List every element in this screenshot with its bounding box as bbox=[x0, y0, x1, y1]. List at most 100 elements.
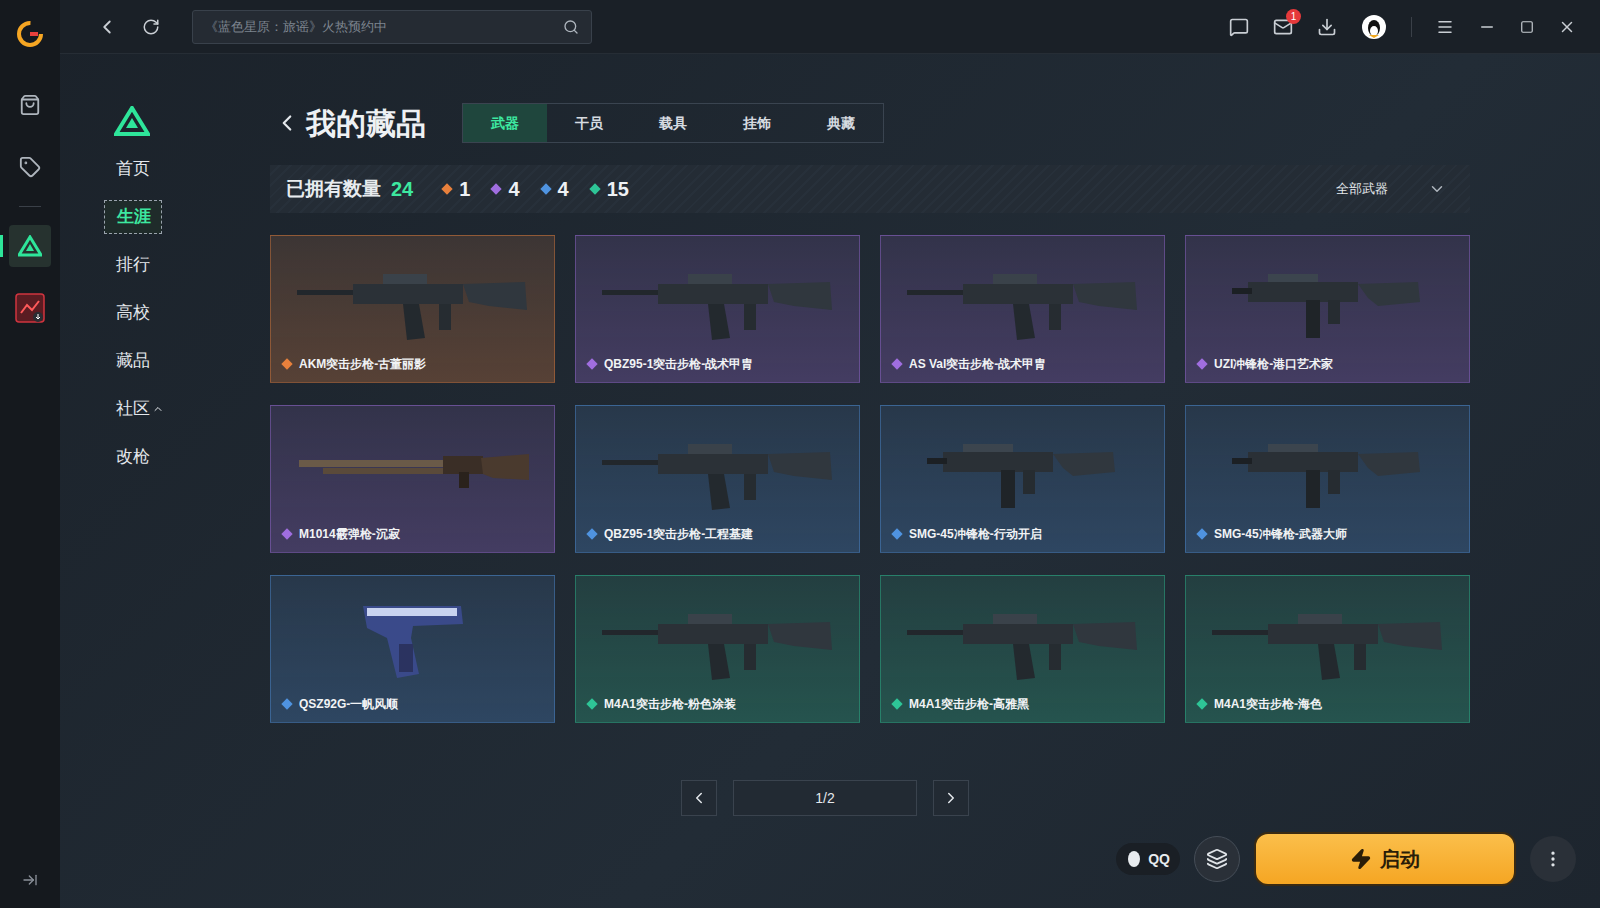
weapon-card[interactable]: M4A1突击步枪-海色 bbox=[1185, 575, 1470, 723]
category-tab[interactable]: 干员 bbox=[547, 104, 631, 142]
back-icon[interactable] bbox=[96, 16, 118, 38]
rail-item[interactable] bbox=[9, 225, 51, 267]
rail-item[interactable] bbox=[9, 146, 51, 188]
game-thumbnail-icon bbox=[15, 293, 45, 323]
search-placeholder: 《蓝色星原：旅谣》火热预约中 bbox=[205, 17, 563, 37]
rarity-diamond-icon bbox=[586, 528, 597, 539]
rarity-count: 15 bbox=[591, 174, 629, 204]
next-page-button[interactable] bbox=[933, 780, 969, 816]
smg-icon bbox=[1228, 424, 1428, 514]
layers-icon bbox=[1206, 848, 1228, 870]
search-box[interactable]: 《蓝色星原：旅谣》火热预约中 bbox=[192, 10, 592, 44]
maximize-icon[interactable] bbox=[1520, 20, 1534, 34]
nav-item[interactable]: 排行 bbox=[104, 248, 162, 282]
category-tab[interactable]: 典藏 bbox=[799, 104, 883, 142]
prev-page-button[interactable] bbox=[681, 780, 717, 816]
nav-item[interactable]: 生涯 bbox=[104, 200, 162, 234]
smg-icon bbox=[1228, 254, 1428, 344]
refresh-icon[interactable] bbox=[142, 18, 160, 36]
weapon-name: SMG-45冲锋枪-武器大师 bbox=[1214, 525, 1347, 543]
rifle-icon bbox=[598, 424, 838, 514]
close-icon[interactable] bbox=[1558, 18, 1576, 36]
rarity-diamond-icon bbox=[540, 183, 551, 194]
rarity-diamond-icon bbox=[281, 528, 292, 539]
category-tab[interactable]: 挂饰 bbox=[715, 104, 799, 142]
main-area: 《蓝色星原：旅谣》火热预约中 1 首页生涯排行高校藏品社区改枪 我的藏品武器干员载具挂… bbox=[60, 0, 1600, 908]
weapon-card[interactable]: AKM突击步枪-古董丽影 bbox=[270, 235, 555, 383]
left-rail bbox=[0, 0, 60, 908]
weapon-name: M4A1突击步枪-高雅黑 bbox=[909, 695, 1029, 713]
rifle-icon bbox=[598, 594, 838, 684]
weapon-card[interactable]: M4A1突击步枪-高雅黑 bbox=[880, 575, 1165, 723]
app-window: 《蓝色星原：旅谣》火热预约中 1 首页生涯排行高校藏品社区改枪 我的藏品武器干员载具挂… bbox=[0, 0, 1600, 908]
rarity-diamond-icon bbox=[281, 358, 292, 369]
weapon-card[interactable]: SMG-45冲锋枪-行动开启 bbox=[880, 405, 1165, 553]
weapon-card[interactable]: M4A1突击步枪-粉色涂装 bbox=[575, 575, 860, 723]
rifle-icon bbox=[598, 254, 838, 344]
menu-icon[interactable] bbox=[1436, 18, 1454, 36]
weapon-grid: AKM突击步枪-古董丽影 QBZ95-1突击步枪-战术甲胄 AS Val突击步枪-战… bbox=[270, 235, 1470, 723]
stats-bar: 已拥有数量2414415全部武器 bbox=[270, 165, 1470, 213]
weapon-name: M4A1突击步枪-粉色涂装 bbox=[604, 695, 736, 713]
weapon-name: QSZ92G-一帆风顺 bbox=[299, 695, 398, 713]
bolt-icon bbox=[1350, 848, 1372, 870]
rarity-diamond-icon bbox=[281, 698, 292, 709]
nav-item[interactable]: 首页 bbox=[104, 152, 162, 186]
shotgun-icon bbox=[293, 424, 533, 514]
mail-button[interactable]: 1 bbox=[1273, 17, 1293, 37]
category-tab[interactable]: 武器 bbox=[463, 104, 547, 142]
pagination: 1/2 bbox=[270, 780, 1470, 816]
more-button[interactable] bbox=[1530, 836, 1576, 882]
rail-item[interactable] bbox=[9, 287, 51, 329]
launch-button[interactable]: 启动 bbox=[1254, 832, 1516, 886]
rifle-icon bbox=[293, 254, 533, 344]
rail-divider bbox=[19, 206, 41, 207]
rail-item[interactable] bbox=[9, 84, 51, 126]
avatar-icon[interactable] bbox=[1361, 14, 1387, 40]
weapon-card[interactable]: SMG-45冲锋枪-武器大师 bbox=[1185, 405, 1470, 553]
weapon-name: AKM突击步枪-古董丽影 bbox=[299, 355, 426, 373]
rarity-diamond-icon bbox=[586, 698, 597, 709]
weapon-card[interactable]: UZI冲锋枪-港口艺术家 bbox=[1185, 235, 1470, 383]
weapon-card[interactable]: M1014霰弹枪-沉寂 bbox=[270, 405, 555, 553]
prev-icon bbox=[690, 789, 708, 807]
delta-logo-icon[interactable] bbox=[114, 106, 150, 136]
weapon-card[interactable]: AS Val突击步枪-战术甲胄 bbox=[880, 235, 1165, 383]
rarity-diamond-icon bbox=[589, 183, 600, 194]
weapon-name: QBZ95-1突击步枪-战术甲胄 bbox=[604, 355, 753, 373]
minimize-icon[interactable] bbox=[1478, 18, 1496, 36]
weapon-card[interactable]: QBZ95-1突击步枪-工程基建 bbox=[575, 405, 860, 553]
weapon-card[interactable]: QSZ92G-一帆风顺 bbox=[270, 575, 555, 723]
bottom-bar: QQ 启动 bbox=[60, 832, 1600, 908]
rarity-diamond-icon bbox=[1196, 528, 1207, 539]
nav-item[interactable]: 改枪 bbox=[104, 440, 162, 474]
mail-badge: 1 bbox=[1286, 9, 1301, 24]
tag-icon bbox=[19, 156, 41, 178]
weapon-name: UZI冲锋枪-港口艺术家 bbox=[1214, 355, 1333, 373]
rifle-icon bbox=[903, 594, 1143, 684]
page-title: 我的藏品 bbox=[306, 101, 426, 146]
nav-item[interactable]: 社区 bbox=[104, 392, 162, 426]
collapse-icon[interactable] bbox=[22, 872, 38, 888]
rail-active-marker bbox=[0, 235, 3, 257]
title-back-icon[interactable] bbox=[274, 110, 300, 136]
smg-icon bbox=[923, 424, 1123, 514]
nav-item[interactable]: 藏品 bbox=[104, 344, 162, 378]
layers-button[interactable] bbox=[1194, 836, 1240, 882]
chat-icon[interactable] bbox=[1229, 17, 1249, 37]
search-icon[interactable] bbox=[563, 19, 579, 35]
category-tabs: 武器干员载具挂饰典藏 bbox=[462, 103, 884, 143]
owned-total: 24 bbox=[391, 174, 413, 204]
nav-item[interactable]: 高校 bbox=[104, 296, 162, 330]
rarity-count: 4 bbox=[492, 174, 519, 204]
weapon-name: AS Val突击步枪-战术甲胄 bbox=[909, 355, 1046, 373]
rarity-diamond-icon bbox=[1196, 698, 1207, 709]
page-indicator: 1/2 bbox=[733, 780, 917, 816]
weapon-filter[interactable]: 全部武器 bbox=[1336, 179, 1454, 199]
weapon-card[interactable]: QBZ95-1突击步枪-战术甲胄 bbox=[575, 235, 860, 383]
category-tab[interactable]: 载具 bbox=[631, 104, 715, 142]
download-icon[interactable] bbox=[1317, 17, 1337, 37]
qq-button[interactable]: QQ bbox=[1116, 843, 1180, 875]
launcher-logo-icon[interactable] bbox=[16, 20, 44, 48]
rarity-diamond-icon bbox=[1196, 358, 1207, 369]
